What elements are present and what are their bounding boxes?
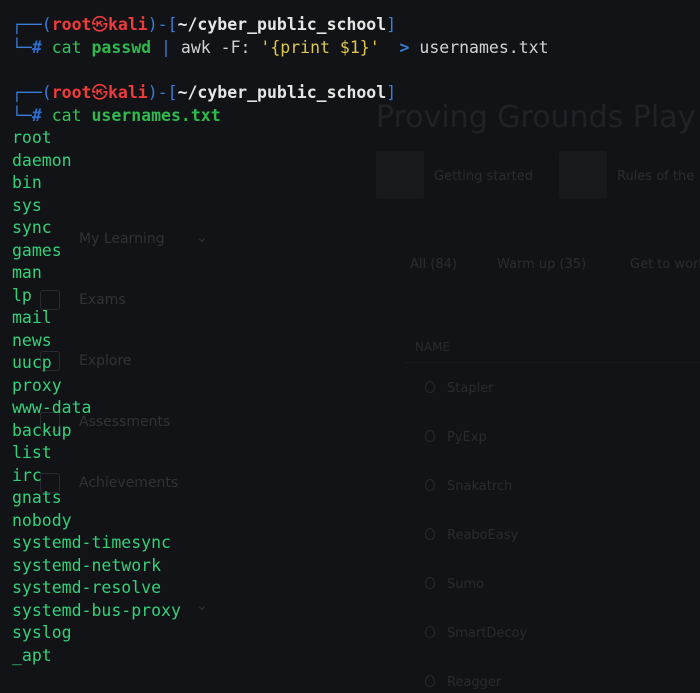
output-line: mail — [12, 308, 52, 327]
output-line: lp — [12, 285, 32, 305]
output-line: backup — [12, 420, 72, 440]
output-line: list — [12, 443, 52, 462]
output-line: systemd-resolve — [12, 578, 162, 597]
output-line: uucp — [12, 353, 52, 372]
output-line: daemon — [12, 150, 72, 170]
output-line: sync — [12, 218, 52, 237]
prompt-header: ┌──(root㉿kali)-[~/cyber_public_school] — [12, 83, 397, 102]
prompt-header: ┌──(root㉿kali)-[~/cyber_public_school] — [12, 15, 397, 34]
output-line: www-data — [12, 398, 92, 417]
skull-icon: ㉿ — [91, 83, 109, 102]
output-line: _apt — [12, 645, 52, 665]
terminal-window[interactable]: ┌──(root㉿kali)-[~/cyber_public_school] └… — [0, 0, 700, 693]
output-line: man — [12, 263, 42, 282]
output-line: news — [12, 330, 52, 350]
output-line: games — [12, 240, 62, 260]
output-line: sys — [12, 195, 42, 215]
output-line: bin — [12, 173, 42, 192]
output-line: gnats — [12, 488, 62, 507]
output-line: syslog — [12, 623, 72, 642]
output-line: irc — [12, 465, 42, 485]
output-line: proxy — [12, 375, 62, 395]
command-line: └─# cat passwd | awk -F: '{print $1}' > … — [12, 38, 549, 57]
output-line: nobody — [12, 510, 72, 530]
output-line: systemd-bus-proxy — [12, 600, 181, 620]
command-output: root daemon bin sys sync games man lp mail news uu… — [12, 127, 181, 667]
command-line: └─# cat usernames.txt — [12, 106, 221, 125]
skull-icon: ㉿ — [91, 15, 109, 34]
output-line: systemd-network — [12, 555, 162, 575]
output-line: systemd-timesync — [12, 533, 171, 552]
output-line: root — [12, 128, 52, 147]
